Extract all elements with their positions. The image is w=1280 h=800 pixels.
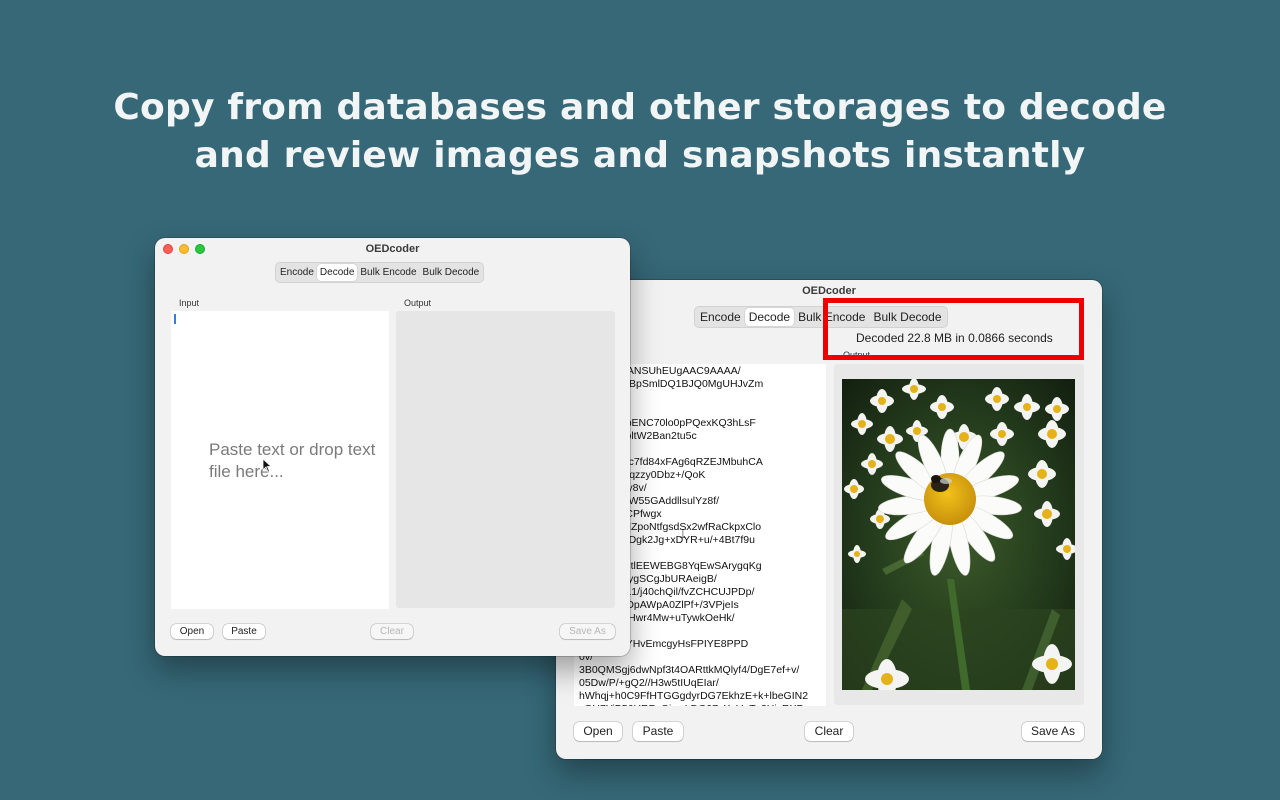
clear-button[interactable]: Clear	[371, 624, 413, 639]
output-preview-area	[396, 311, 615, 608]
paste-button[interactable]: Paste	[633, 722, 683, 741]
save-as-button[interactable]: Save As	[1022, 722, 1084, 741]
paste-button[interactable]: Paste	[223, 624, 265, 639]
input-label: Input	[179, 298, 200, 308]
open-button[interactable]: Open	[171, 624, 213, 639]
input-placeholder: Paste text or drop text file here...	[209, 440, 376, 481]
title-bar[interactable]: OEDcoder	[155, 238, 630, 260]
tab-bulk-decode[interactable]: Bulk Decode	[420, 264, 483, 281]
encoded-line: hWhqj+h0C9FfHTGGgdyrDG7EkhzE+k+lbeGIN2	[579, 690, 809, 702]
headline: Copy from databases and other storages t…	[0, 84, 1280, 180]
tab-encode[interactable]: Encode	[696, 308, 745, 326]
headline-line-1: Copy from databases and other storages t…	[113, 87, 1167, 128]
decoded-daisy-photo	[842, 379, 1075, 690]
save-as-button[interactable]: Save As	[560, 624, 615, 639]
mouse-pointer-icon	[262, 458, 272, 473]
headline-line-2: and review images and snapshots instantl…	[194, 135, 1086, 176]
open-button[interactable]: Open	[574, 722, 622, 741]
encoded-line: cQH7YiB56URPzQipwLDG97cXgV+Tv3HicRXPv	[579, 703, 826, 706]
traffic-lights	[163, 244, 205, 254]
tab-bulk-encode[interactable]: Bulk Encode	[357, 264, 419, 281]
text-cursor-icon: ⌶	[679, 526, 687, 541]
output-preview-area	[834, 364, 1084, 705]
clear-button[interactable]: Clear	[805, 722, 853, 741]
text-caret	[174, 314, 176, 324]
status-highlight-box	[823, 298, 1084, 360]
mode-tabs: Encode Decode Bulk Encode Bulk Decode	[275, 262, 485, 283]
tab-decode[interactable]: Decode	[316, 264, 358, 281]
close-window-icon[interactable]	[163, 244, 173, 254]
window-title: OEDcoder	[802, 285, 856, 297]
window-title: OEDcoder	[365, 243, 420, 255]
minimize-window-icon[interactable]	[179, 244, 189, 254]
tab-encode[interactable]: Encode	[277, 264, 317, 281]
encoded-line: 05Dw/P/+gQ2//H3w5tIUqEIar/	[579, 677, 719, 689]
front-app-window: OEDcoder Encode Decode Bulk Encode Bulk …	[155, 238, 630, 656]
tab-decode[interactable]: Decode	[744, 308, 795, 326]
encoded-line: 3B0QMSgj6dwNpf3t4OARttkMQlyf4/DgE7ef+v/	[579, 664, 800, 676]
input-text-area[interactable]: Paste text or drop text file here...	[171, 311, 389, 609]
zoom-window-icon[interactable]	[195, 244, 205, 254]
output-label: Output	[404, 298, 432, 308]
